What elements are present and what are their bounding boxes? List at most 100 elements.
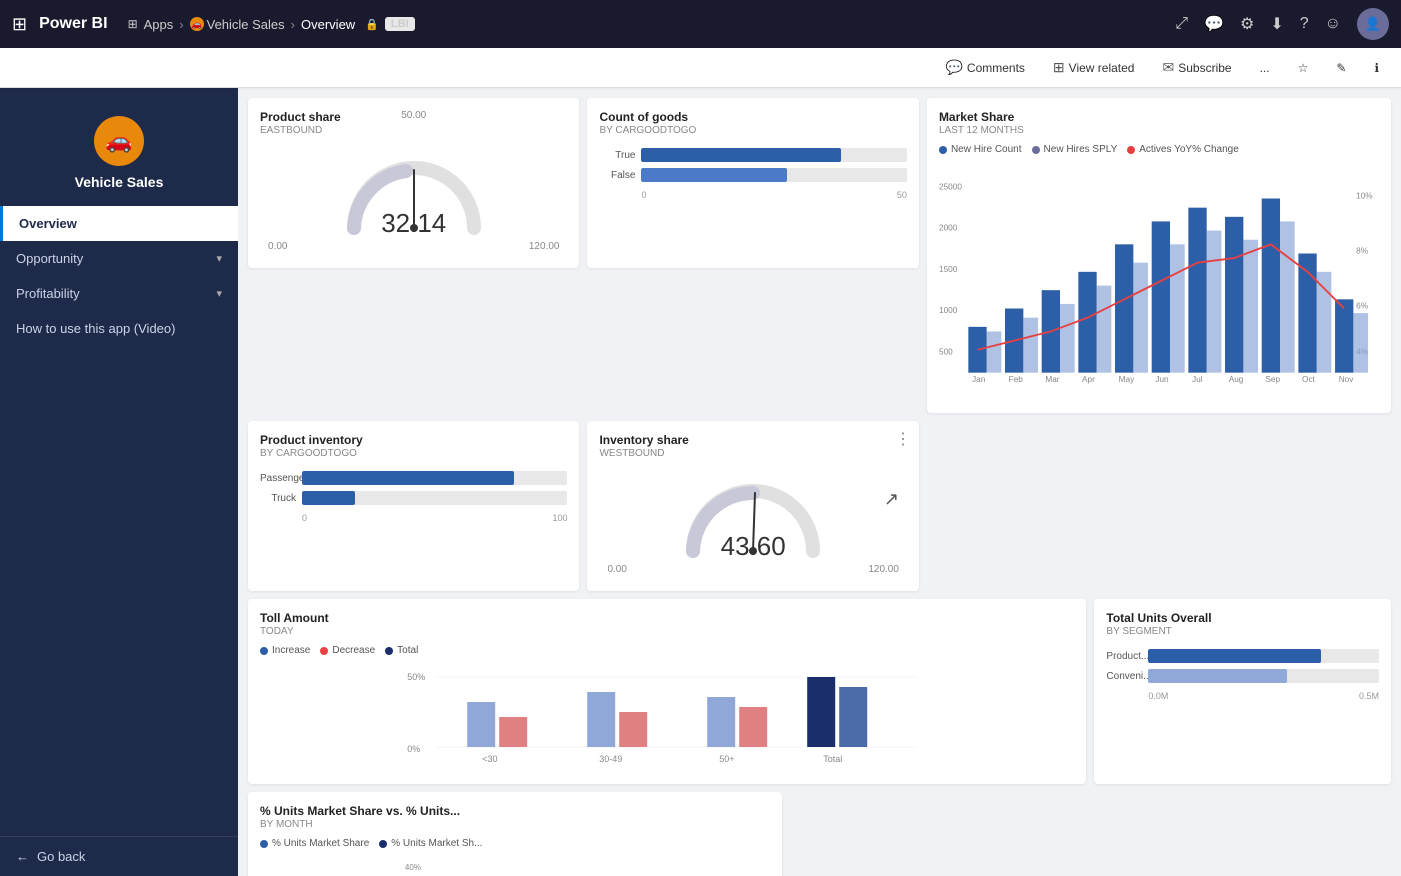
toll-legend: Increase Decrease Total (260, 645, 1074, 656)
product-label: Product... (1106, 651, 1142, 662)
gauge-target: 50.00 (401, 110, 426, 121)
mail-icon: ✉ (1162, 59, 1174, 76)
svg-text:500: 500 (939, 347, 953, 356)
overview-nav[interactable]: Overview (301, 17, 355, 32)
sidebar-item-profitability[interactable]: Profitability ▾ (0, 276, 238, 311)
comment-nav-icon[interactable]: 💬 (1204, 14, 1224, 34)
toll-amount-card: Toll Amount TODAY Increase Decrease Tota… (248, 599, 1086, 784)
svg-text:30-49: 30-49 (599, 754, 622, 764)
dot-pct-units (260, 840, 268, 848)
edit-button[interactable]: ✎ (1330, 57, 1352, 79)
settings-nav-icon[interactable]: ⚙ (1240, 14, 1254, 34)
inventory-share-subtitle: WESTBOUND (599, 448, 906, 459)
toll-chart-svg: 50% 0% (260, 662, 1074, 772)
apps-label[interactable]: Apps (144, 17, 174, 32)
secondary-toolbar: 💬 Comments ⊞ View related ✉ Subscribe ..… (0, 48, 1401, 88)
svg-text:50%: 50% (407, 672, 425, 682)
toll-amount-subtitle: TODAY (260, 626, 1074, 637)
gauge-value: 32.14 (381, 208, 446, 239)
inventory-axis: 0 100 (260, 511, 567, 523)
total-units-axis: 0.0M 0.5M (1106, 689, 1379, 701)
false-label: False (599, 170, 635, 181)
product-inventory-subtitle: BY CARGOODTOGO (260, 448, 567, 459)
user-avatar[interactable]: 👤 (1357, 8, 1389, 40)
dashboard-content: Product share EASTBOUND 32.14 0.00 (238, 88, 1401, 876)
inventory-share-gauge: 43.60 0.00 120.00 (599, 467, 906, 579)
go-back-button[interactable]: ← Go back (16, 849, 222, 864)
passenger-fill (302, 471, 514, 485)
favorite-button[interactable]: ☆ (1292, 57, 1315, 79)
legend-new-hire: New Hire Count (939, 144, 1022, 155)
svg-text:Jan: Jan (972, 375, 986, 384)
count-of-goods-title: Count of goods (599, 110, 906, 124)
svg-text:Aug: Aug (1229, 375, 1244, 384)
sidebar-bottom: ← Go back (0, 836, 238, 876)
svg-text:50+: 50+ (719, 754, 734, 764)
market-share-subtitle: LAST 12 MONTHS (939, 125, 1379, 136)
comments-button[interactable]: 💬 Comments (939, 55, 1030, 80)
product-share-card: Product share EASTBOUND 32.14 0.00 (248, 98, 579, 268)
sidebar-app-name: Vehicle Sales (75, 174, 164, 190)
count-axis: 0 50 (599, 188, 906, 200)
svg-text:Total: Total (823, 754, 842, 764)
download-nav-icon[interactable]: ⬇ (1270, 14, 1283, 34)
sidebar-item-howto[interactable]: How to use this app (Video) (0, 311, 238, 346)
chevron-down-icon: ▾ (216, 252, 222, 265)
inventory-share-card: ⋮ Inventory share WESTBOUND 43.60 0.00 1… (587, 421, 918, 591)
total-units-title: Total Units Overall (1106, 611, 1379, 625)
nav-icon-group: ⤢ 💬 ⚙ ⬇ ? ☺ 👤 (1175, 8, 1389, 40)
face-nav-icon[interactable]: ☺ (1325, 15, 1341, 33)
units-chart-svg: 40% 30% 20% (260, 855, 770, 876)
passenger-bar: Passenger (260, 471, 567, 485)
toll-amount-title: Toll Amount (260, 611, 1074, 625)
help-nav-icon[interactable]: ? (1300, 15, 1309, 33)
svg-text:Jul: Jul (1192, 375, 1203, 384)
conveni-label: Conveni... (1106, 671, 1142, 682)
svg-text:Oct: Oct (1302, 375, 1316, 384)
product-share-subtitle: EASTBOUND (260, 125, 567, 136)
inventory-gauge-value: 43.60 (721, 531, 786, 562)
view-related-button[interactable]: ⊞ View related (1047, 55, 1141, 80)
sidebar-item-overview[interactable]: Overview (0, 206, 238, 241)
related-icon: ⊞ (1053, 59, 1065, 76)
dashboard-row1: Product share EASTBOUND 32.14 0.00 (248, 98, 1391, 413)
true-bar-track (641, 148, 906, 162)
app-logo-circle: 🚗 (94, 116, 144, 166)
info-button[interactable]: ℹ (1368, 57, 1385, 79)
dot-pct-units2 (379, 840, 387, 848)
gauge-labels: 0.00 50.00 120.00 (260, 241, 567, 252)
card-menu-button[interactable]: ⋮ (895, 429, 911, 449)
product-bar: Product... (1106, 649, 1379, 663)
vehicle-sales-nav[interactable]: 🚗 Vehicle Sales (190, 17, 285, 32)
svg-text:Jun: Jun (1155, 375, 1169, 384)
true-bar-row: True (599, 148, 906, 162)
svg-text:Apr: Apr (1082, 375, 1095, 384)
svg-text:2000: 2000 (939, 224, 958, 233)
truck-label: Truck (260, 493, 296, 504)
svg-text:8%: 8% (1356, 246, 1369, 255)
dashboard-row3: Toll Amount TODAY Increase Decrease Tota… (248, 599, 1391, 876)
legend-dot-decrease (320, 647, 328, 655)
truck-fill (302, 491, 355, 505)
sidebar-item-opportunity[interactable]: Opportunity ▾ (0, 241, 238, 276)
expand-icon[interactable]: ⤢ (1175, 15, 1188, 33)
false-bar-fill (641, 168, 787, 182)
conveni-track (1148, 669, 1379, 683)
units-market-share-card: % Units Market Share vs. % Units... BY M… (248, 792, 782, 876)
false-bar-row: False (599, 168, 906, 182)
app-logo: Power BI (39, 15, 107, 33)
svg-text:10%: 10% (1356, 191, 1373, 200)
comment-icon: 💬 (945, 59, 962, 76)
main-layout: 🚗 Vehicle Sales Overview Opportunity ▾ P… (0, 88, 1401, 876)
grid-icon[interactable]: ⊞ (12, 14, 27, 35)
subscribe-button[interactable]: ✉ Subscribe (1156, 55, 1237, 80)
svg-text:1000: 1000 (939, 306, 958, 315)
cursor-indicator: ↗ (884, 489, 899, 510)
count-of-goods-chart: True False 0 50 (599, 144, 906, 204)
top-navigation: ⊞ Power BI ⊞ Apps › 🚗 Vehicle Sales › Ov… (0, 0, 1401, 48)
inventory-gauge-labels: 0.00 120.00 (599, 564, 906, 575)
more-button[interactable]: ... (1254, 57, 1276, 79)
legend-pct-units2: % Units Market Sh... (379, 838, 482, 849)
product-share-gauge: 32.14 0.00 50.00 120.00 (260, 144, 567, 256)
svg-text:6%: 6% (1356, 302, 1369, 311)
